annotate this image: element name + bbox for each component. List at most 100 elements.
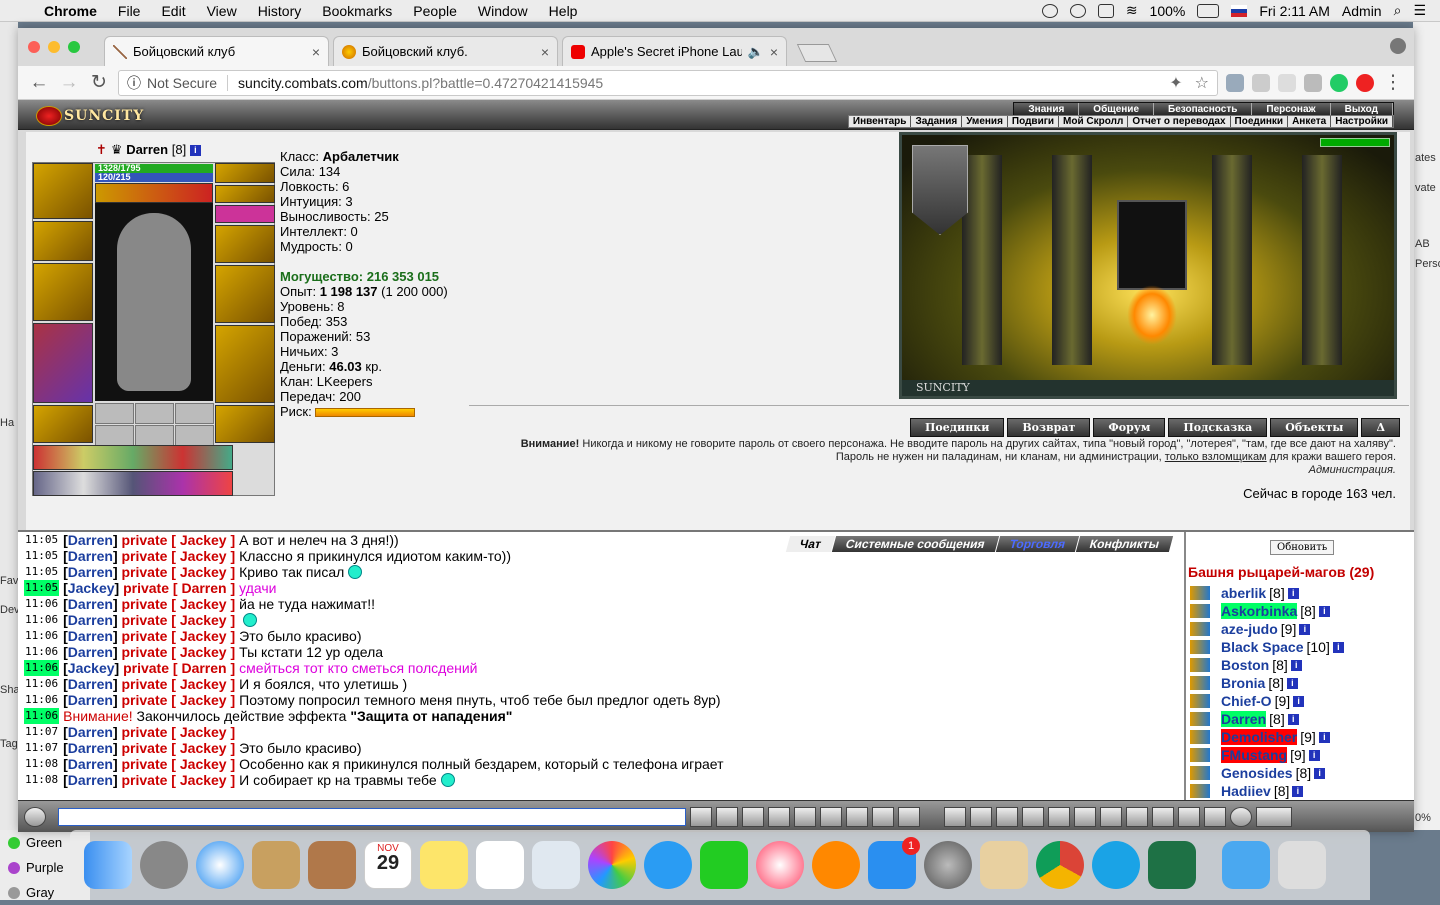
filter-icon[interactable] [742, 806, 764, 827]
battery-icon[interactable] [1197, 3, 1220, 18]
recipient-name[interactable]: Jackey [180, 548, 227, 564]
private-label[interactable]: private [ Jackey ] [122, 676, 236, 692]
empty-slot[interactable] [135, 425, 174, 446]
message-time[interactable]: 11:05 [24, 580, 60, 596]
message-time[interactable]: 11:06 [24, 692, 59, 708]
private-label[interactable]: private [ Jackey ] [122, 644, 236, 660]
music-icon[interactable] [846, 806, 868, 827]
private-message-icon[interactable] [1190, 622, 1210, 636]
sender-name[interactable]: Darren [68, 692, 113, 708]
sword-icon[interactable] [970, 806, 992, 827]
wifi-icon[interactable]: ≋ [1126, 2, 1138, 19]
empty-slot[interactable] [135, 403, 174, 424]
bag-icon[interactable] [996, 806, 1018, 827]
chest-icon[interactable] [1022, 806, 1044, 827]
forum-button[interactable]: Форум [1093, 418, 1166, 437]
sender-name[interactable]: Darren [68, 644, 113, 660]
player-name[interactable]: aze-judo [1221, 621, 1278, 637]
private-message-icon[interactable] [1190, 586, 1210, 600]
return-button[interactable]: Возврат [1007, 418, 1091, 437]
menu-people[interactable]: People [413, 3, 457, 19]
player-name[interactable]: aberlik [1221, 585, 1266, 601]
refresh-button[interactable]: Обновить [1270, 540, 1335, 555]
message-time[interactable]: 11:05 [24, 532, 59, 548]
recipient-name[interactable]: Jackey [180, 676, 227, 692]
private-label[interactable]: private [ Jackey ] [122, 596, 236, 612]
menu-bookmarks[interactable]: Bookmarks [322, 3, 392, 19]
cloak-slot[interactable] [33, 323, 93, 403]
smile-icon[interactable] [872, 806, 894, 827]
chat-log[interactable]: 11:05[Darren] private [ Jackey ] А вот и … [24, 532, 1182, 802]
input-source-flag-icon[interactable] [1231, 4, 1248, 17]
circle-icon[interactable] [1069, 3, 1086, 18]
recipient-name[interactable]: Jackey [180, 596, 227, 612]
ibooks-icon[interactable] [812, 841, 860, 889]
play-icon[interactable] [1230, 806, 1252, 827]
private-label[interactable]: private [ Jackey ] [122, 548, 236, 564]
security-status[interactable]: Not Secure [147, 75, 217, 91]
calendar-icon[interactable]: NOV 29 [364, 841, 412, 889]
private-label[interactable]: private [ Jackey ] [122, 724, 236, 740]
private-message-icon[interactable] [1190, 748, 1210, 762]
info-icon[interactable]: i [1318, 731, 1330, 743]
back-arrow-icon[interactable]: ← [28, 72, 50, 94]
reminders-icon[interactable] [476, 841, 524, 889]
chat-input[interactable] [58, 807, 686, 826]
earring-slot[interactable] [215, 163, 275, 183]
recipient-name[interactable]: Jackey [180, 724, 227, 740]
photo-browser-icon[interactable] [532, 841, 580, 889]
message-time[interactable]: 11:07 [24, 740, 59, 756]
private-label[interactable]: private [ Jackey ] [122, 740, 236, 756]
player-name[interactable]: Black Space [1221, 639, 1304, 655]
notes-icon[interactable] [420, 841, 468, 889]
tab-chat[interactable]: Чат [785, 536, 836, 552]
chrome-icon[interactable] [1036, 841, 1084, 889]
mask-icon[interactable] [1074, 806, 1096, 827]
lock-icon[interactable] [944, 806, 966, 827]
helmet-slot[interactable] [33, 163, 93, 219]
subnav-duels[interactable]: Поединки [1231, 116, 1289, 127]
address-bar[interactable]: ⓘ Not Secure suncity.combats.com/buttons… [118, 69, 1218, 96]
crossbow-slot[interactable] [33, 263, 93, 321]
sender-name[interactable]: Darren [68, 756, 113, 772]
launchpad-icon[interactable] [140, 841, 188, 889]
sender-name[interactable]: Jackey [68, 580, 115, 596]
facetime-icon[interactable] [700, 841, 748, 889]
player-name[interactable]: FMustang [1221, 747, 1288, 763]
message-time[interactable]: 11:06 [24, 708, 60, 724]
private-message-icon[interactable] [1190, 730, 1210, 744]
info-icon[interactable]: i [1308, 749, 1320, 761]
message-time[interactable]: 11:06 [24, 660, 60, 676]
skype-icon[interactable] [1092, 841, 1140, 889]
recipient-name[interactable]: Darren [181, 580, 226, 596]
zoom-window-button[interactable] [68, 41, 80, 53]
sender-name[interactable]: Darren [68, 612, 113, 628]
player-name[interactable]: Chief-O [1221, 693, 1272, 709]
recipient-name[interactable]: Darren [181, 660, 226, 676]
room-door[interactable] [1117, 200, 1187, 290]
excel-icon[interactable] [1148, 841, 1196, 889]
chat-settings-icon[interactable] [898, 806, 920, 827]
tab-system-messages[interactable]: Системные сообщения [831, 536, 999, 552]
smiley-menu-icon[interactable] [24, 806, 46, 827]
minimize-window-button[interactable] [48, 41, 60, 53]
sender-name[interactable]: Darren [68, 740, 113, 756]
private-label[interactable]: private [ Darren ] [123, 660, 235, 676]
forward-arrow-icon[interactable]: → [58, 72, 80, 94]
private-message-icon[interactable] [1190, 694, 1210, 708]
puzzle-extension-icon[interactable]: ✦ [1169, 73, 1182, 93]
photos-icon[interactable] [588, 841, 636, 889]
tab-youtube[interactable]: Apple's Secret iPhone Laun 🔈 × [562, 36, 787, 66]
messages-icon[interactable] [644, 841, 692, 889]
sender-name[interactable]: Darren [68, 548, 113, 564]
info-icon[interactable]: i [1287, 587, 1299, 599]
downloads-folder-icon[interactable] [1222, 841, 1270, 889]
reload-icon[interactable]: ↻ [88, 71, 110, 94]
trash-icon[interactable] [1278, 841, 1326, 889]
chrome-menu-icon[interactable]: ⋮ [1382, 71, 1404, 94]
extension-icon[interactable] [1278, 73, 1296, 92]
menu-window[interactable]: Window [478, 3, 528, 19]
private-message-icon[interactable] [1190, 640, 1210, 654]
recipient-name[interactable]: Jackey [180, 772, 227, 788]
private-label[interactable]: private [ Darren ] [123, 580, 235, 596]
